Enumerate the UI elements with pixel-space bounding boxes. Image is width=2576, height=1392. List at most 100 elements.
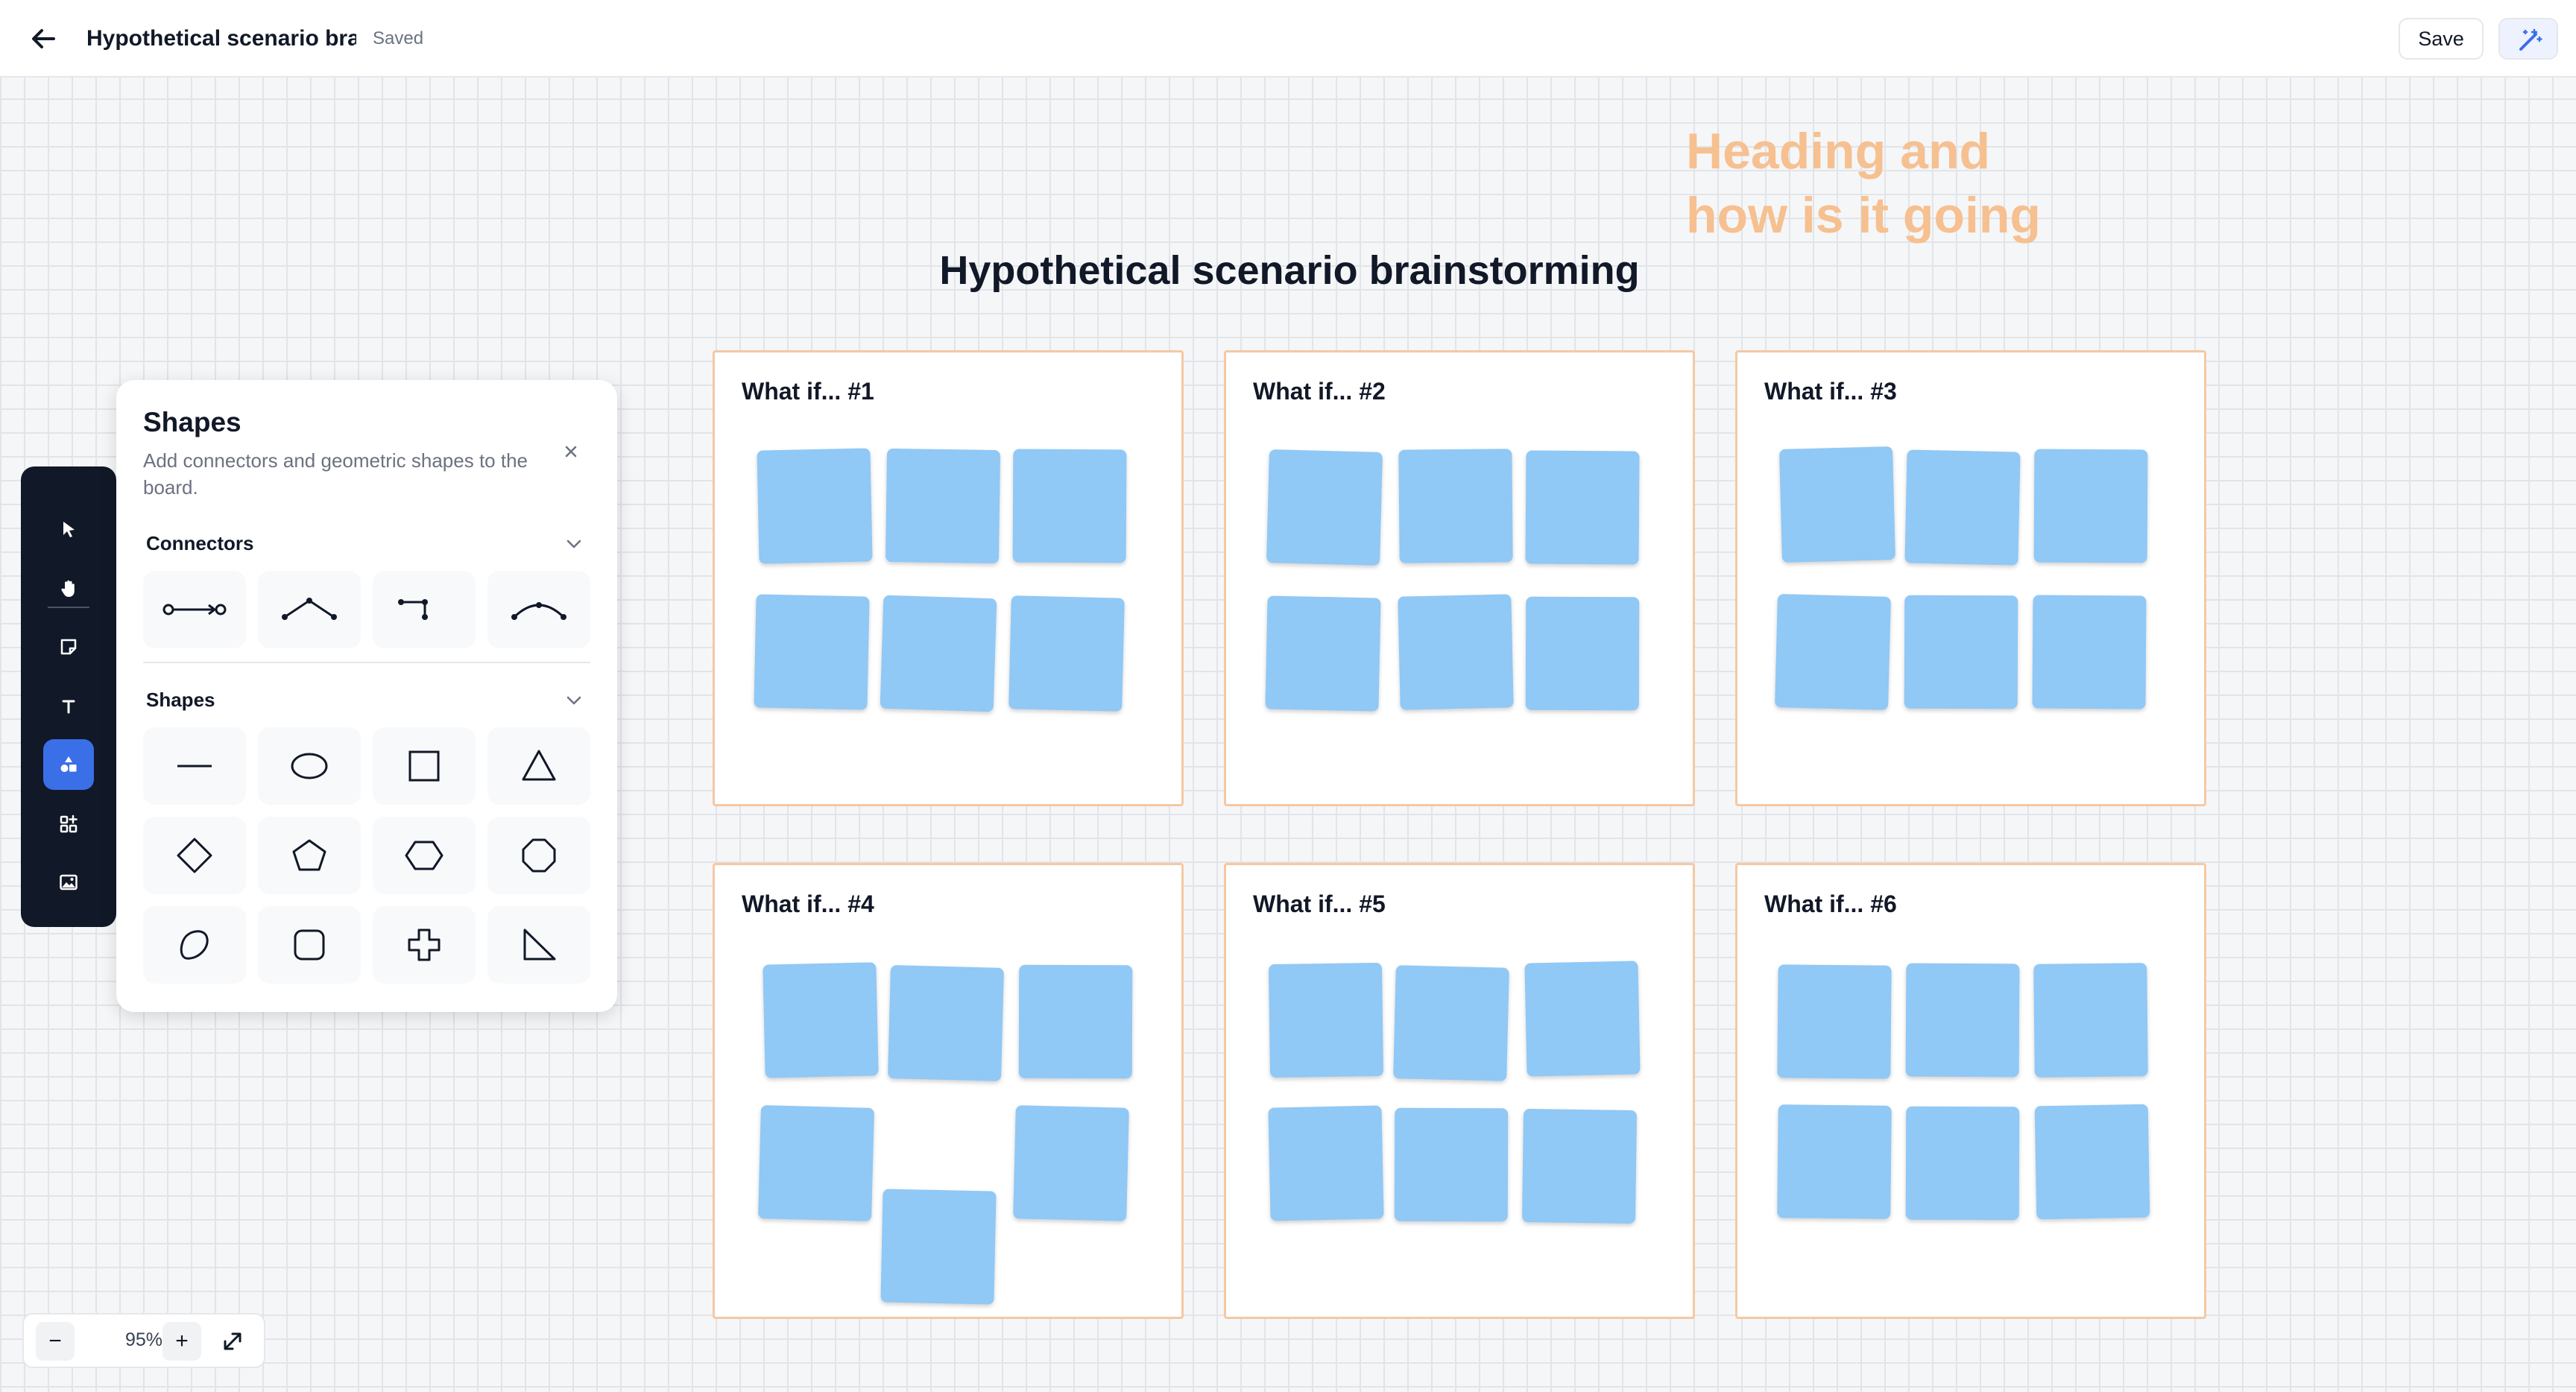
arrow-left-icon (32, 29, 55, 48)
connectors-collapse-toggle[interactable] (562, 532, 586, 556)
cross-shape-option[interactable] (373, 906, 476, 984)
hexagon-shape-option[interactable] (373, 817, 476, 894)
line-icon (177, 765, 212, 768)
document-title[interactable]: Hypothetical scenario bra (86, 24, 356, 54)
sticky-note[interactable] (885, 448, 1001, 564)
sticky-note[interactable] (880, 595, 997, 712)
sticky-note[interactable] (1904, 595, 2018, 709)
sticky-note[interactable] (1904, 449, 2021, 566)
shapes-tool[interactable] (43, 739, 94, 790)
sticky-note[interactable] (1268, 962, 1384, 1078)
sticky-note[interactable] (888, 965, 1004, 1081)
line-shape-option[interactable] (143, 727, 246, 805)
sticky-note[interactable] (1905, 963, 2020, 1078)
widgets-tool[interactable] (43, 799, 94, 850)
sticky-note[interactable] (1524, 961, 1641, 1077)
fit-to-screen-button[interactable] (213, 1322, 252, 1361)
sticky-note[interactable] (1525, 596, 1640, 711)
accent-heading[interactable]: Heading and how is it going (1686, 119, 2133, 247)
hexagon-icon (405, 841, 443, 870)
frame-4[interactable]: What if... #4 (713, 863, 1184, 1319)
back-button[interactable] (25, 21, 61, 57)
ellipse-icon (291, 753, 328, 779)
rounded-square-shape-option[interactable] (258, 906, 361, 984)
ellipse-shape-option[interactable] (258, 727, 361, 805)
sticky-note-icon (60, 639, 77, 655)
sticky-note[interactable] (1398, 449, 1513, 563)
curved-connector-option[interactable] (487, 571, 590, 648)
elbow-connector-icon (398, 599, 428, 620)
top-bar: Hypothetical scenario bra Saved Save (0, 0, 2576, 77)
zoom-out-button[interactable]: − (36, 1322, 75, 1361)
select-tool[interactable] (43, 504, 94, 554)
octagon-shape-option[interactable] (487, 817, 590, 894)
sticky-note[interactable] (1775, 594, 1891, 710)
connectors-section-label: Connectors (146, 532, 254, 554)
shapes-icon (60, 756, 77, 772)
frame-title: What if... #6 (1764, 890, 1897, 917)
text-tool[interactable] (43, 681, 94, 732)
curved-connector-icon (511, 602, 566, 620)
panel-title: Shapes (143, 407, 242, 437)
sticky-note[interactable] (1393, 965, 1509, 1081)
sticky-note[interactable] (1398, 594, 1514, 710)
sticky-note[interactable] (1905, 1106, 2020, 1221)
cross-icon (408, 928, 441, 961)
shapes-section-label: Shapes (146, 689, 215, 711)
sticky-note[interactable] (1265, 595, 1381, 712)
sticky-note[interactable] (1008, 595, 1125, 712)
zoom-controls: − 95% + (22, 1313, 265, 1368)
frame-3[interactable]: What if... #3 (1735, 350, 2206, 806)
frame-1[interactable]: What if... #1 (713, 350, 1184, 806)
straight-connector-icon (162, 604, 227, 616)
image-tool[interactable] (43, 857, 94, 908)
accent-heading-line-2: how is it going (1686, 187, 2041, 244)
sticky-note[interactable] (1266, 449, 1383, 566)
sticky-note[interactable] (1779, 446, 1895, 563)
elbow-connector-option[interactable] (373, 571, 476, 648)
shapes-collapse-toggle[interactable] (562, 689, 586, 712)
frame-2[interactable]: What if... #2 (1224, 350, 1695, 806)
angled-connector-option[interactable] (258, 571, 361, 648)
ai-assist-button[interactable] (2498, 18, 2558, 60)
panel-description: Add connectors and geometric shapes to t… (143, 449, 528, 499)
sticky-note[interactable] (1525, 450, 1640, 565)
sticky-note[interactable] (1018, 964, 1133, 1079)
sticky-note[interactable] (1777, 964, 1892, 1079)
close-panel-button[interactable] (556, 437, 586, 466)
frame-6[interactable]: What if... #6 (1735, 863, 2206, 1319)
sticky-note[interactable] (2032, 595, 2147, 709)
sticky-note[interactable] (763, 962, 879, 1078)
hand-icon (61, 580, 75, 597)
sticky-note[interactable] (1013, 1105, 1129, 1221)
pentagon-shape-option[interactable] (258, 817, 361, 894)
sticky-note[interactable] (2034, 1104, 2150, 1220)
blob-icon (180, 930, 209, 960)
sticky-note[interactable] (1394, 1107, 1509, 1222)
triangle-shape-option[interactable] (487, 727, 590, 805)
sticky-note[interactable] (1777, 1104, 1892, 1219)
sticky-note[interactable] (2033, 963, 2148, 1078)
sticky-note[interactable] (1268, 1105, 1384, 1221)
sticky-note[interactable] (1012, 449, 1127, 563)
board-heading[interactable]: Hypothetical scenario brainstorming (820, 244, 1759, 297)
sticky-note[interactable] (1521, 1108, 1638, 1224)
diamond-shape-option[interactable] (143, 817, 246, 894)
octagon-icon (522, 838, 556, 873)
frame-5[interactable]: What if... #5 (1224, 863, 1695, 1319)
zoom-in-button[interactable]: + (162, 1322, 201, 1361)
sticky-note[interactable] (757, 448, 873, 564)
sticky-note[interactable] (880, 1189, 997, 1305)
text-icon (62, 700, 75, 714)
sticky-note[interactable] (758, 1105, 874, 1221)
straight-connector-option[interactable] (143, 571, 246, 648)
select-icon (63, 522, 75, 537)
right-triangle-shape-option[interactable] (487, 906, 590, 984)
sticky-note[interactable] (754, 594, 870, 710)
square-shape-option[interactable] (373, 727, 476, 805)
sticky-note[interactable] (2033, 449, 2148, 563)
save-status: Saved (373, 28, 424, 48)
save-button[interactable]: Save (2399, 18, 2484, 60)
blob-shape-option[interactable] (143, 906, 246, 984)
sticky-note-tool[interactable] (43, 621, 94, 672)
